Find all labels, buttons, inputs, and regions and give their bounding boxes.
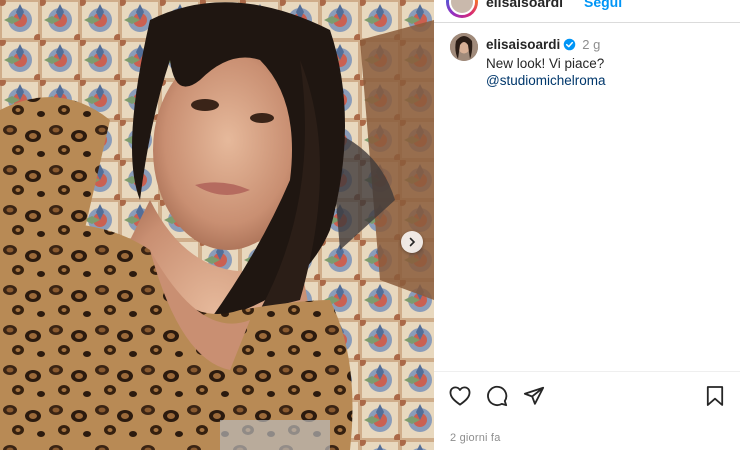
caption-text: New look! Vi piace? <box>486 56 605 71</box>
caption: elisaisoardi 2 g New look! Vi piace? @stu… <box>486 36 726 89</box>
caption-mention[interactable]: @studiomichelroma <box>486 73 606 88</box>
verified-badge-icon <box>563 38 576 55</box>
post-date[interactable]: 2 giorni fa <box>450 432 501 444</box>
share-button[interactable] <box>521 383 547 409</box>
comment-button[interactable] <box>484 383 510 409</box>
caption-username[interactable]: elisaisoardi <box>486 37 560 52</box>
bookmark-icon <box>706 386 724 406</box>
post-header: elisaisoardi Segui <box>434 0 740 23</box>
comment-icon <box>487 385 508 407</box>
post-photo-image <box>0 0 434 450</box>
avatar-image <box>450 33 478 61</box>
heart-icon <box>449 386 471 406</box>
save-button[interactable] <box>702 383 728 409</box>
chevron-right-icon <box>409 237 416 247</box>
follow-button[interactable]: Segui <box>584 0 622 10</box>
post-photo[interactable] <box>0 0 434 450</box>
action-bar <box>434 383 740 409</box>
post-side-panel: elisaisoardi Segui elisaisoardi 2 g New l… <box>434 0 740 450</box>
caption-avatar[interactable] <box>450 33 478 61</box>
like-button[interactable] <box>447 383 473 409</box>
next-image-button[interactable] <box>401 231 423 253</box>
header-avatar[interactable] <box>446 0 478 18</box>
caption-time[interactable]: 2 g <box>582 37 600 52</box>
header-username[interactable]: elisaisoardi <box>486 0 563 10</box>
actions-divider <box>434 371 740 372</box>
send-icon <box>523 386 545 405</box>
